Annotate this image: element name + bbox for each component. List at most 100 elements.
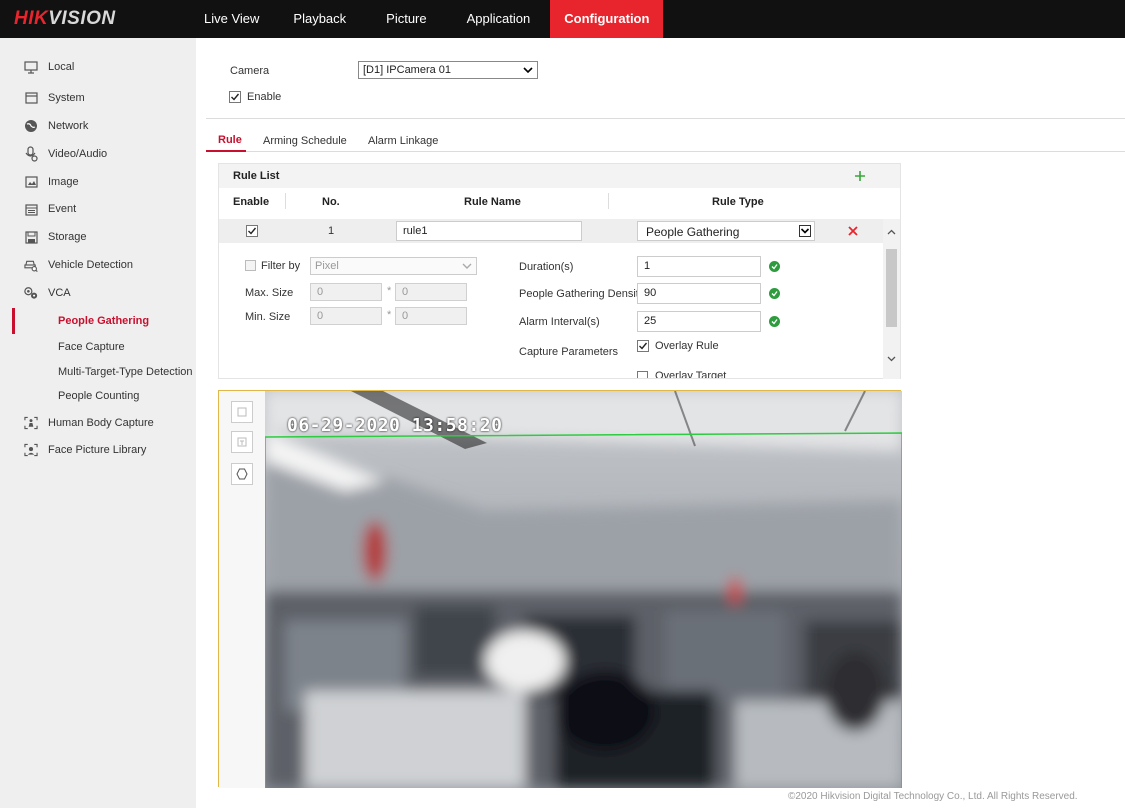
max-height-input[interactable]: 0 — [395, 283, 467, 301]
sidebar-item-face-picture-library[interactable]: Face Picture Library — [0, 437, 196, 463]
divider — [206, 118, 1125, 119]
enable-checkbox[interactable] — [229, 91, 241, 103]
image-icon — [24, 175, 38, 189]
sidebar-item-label: Multi-Target-Type Detection — [58, 366, 193, 378]
params-scrollbar[interactable] — [883, 219, 900, 379]
tab-arming-schedule[interactable]: Arming Schedule — [263, 135, 347, 147]
filter-select[interactable]: Pixel — [310, 257, 477, 275]
draw-area-button[interactable] — [231, 401, 253, 423]
logo-suffix: VISION — [48, 8, 116, 29]
video-timestamp: 06-29-2020 13:58:20 — [287, 415, 503, 436]
scroll-thumb[interactable] — [886, 249, 897, 327]
min-width-input[interactable]: 0 — [310, 307, 382, 325]
tab-alarm-linkage[interactable]: Alarm Linkage — [368, 135, 438, 147]
sidebar-item-human-body-capture[interactable]: Human Body Capture — [0, 410, 196, 436]
sidebar-item-local[interactable]: Local — [0, 54, 196, 80]
calendar-icon — [24, 202, 38, 216]
draw-polygon-button[interactable] — [231, 463, 253, 485]
chevron-down-icon — [523, 67, 533, 74]
duration-input[interactable]: 1 — [637, 256, 761, 277]
nav-playback[interactable]: Playback — [273, 0, 366, 38]
rule-enable-checkbox[interactable] — [246, 225, 258, 237]
rule-name-input[interactable]: rule1 — [396, 221, 582, 241]
sidebar-item-label: Image — [48, 176, 79, 188]
rule-type-select[interactable]: People Gathering — [637, 221, 815, 241]
rule-type-value: People Gathering — [646, 225, 740, 239]
density-label: People Gathering Density — [519, 288, 645, 300]
chevron-up-icon[interactable] — [887, 229, 896, 235]
interval-label: Alarm Interval(s) — [519, 316, 600, 328]
human-body-icon — [24, 416, 38, 430]
sidebar-item-label: Vehicle Detection — [48, 259, 133, 271]
col-rule-name: Rule Name — [464, 196, 521, 208]
max-width-input[interactable]: 0 — [310, 283, 382, 301]
nav-picture[interactable]: Picture — [366, 0, 446, 38]
sidebar-item-multi-target[interactable]: Multi-Target-Type Detection — [0, 359, 196, 385]
sidebar-item-network[interactable]: Network — [0, 113, 196, 139]
live-video-frame[interactable]: 06-29-2020 13:58:20 — [265, 391, 902, 788]
sidebar-item-event[interactable]: Event — [0, 196, 196, 222]
sidebar-item-face-capture[interactable]: Face Capture — [0, 334, 196, 360]
valid-icon — [769, 261, 780, 272]
hikvision-logo: HIKVISION — [14, 8, 116, 30]
sidebar-item-label: System — [48, 92, 85, 104]
clear-area-icon — [237, 437, 247, 447]
sidebar-item-image[interactable]: Image — [0, 169, 196, 195]
camera-label: Camera — [230, 65, 270, 77]
vca-icon — [24, 286, 38, 300]
tab-rule[interactable]: Rule — [218, 134, 242, 146]
globe-icon — [24, 119, 38, 133]
sidebar-item-label: Storage — [48, 231, 87, 243]
chevron-down-icon[interactable] — [887, 356, 896, 362]
sidebar-item-vehicle-detection[interactable]: Vehicle Detection — [0, 252, 196, 278]
density-input[interactable]: 90 — [637, 283, 761, 304]
main-content: Camera [D1] IPCamera 01 Enable Rule Armi… — [196, 38, 1125, 808]
clear-area-button[interactable] — [231, 431, 253, 453]
sidebar-item-video-audio[interactable]: Video/Audio — [0, 141, 196, 167]
active-indicator — [12, 308, 15, 334]
delete-icon[interactable] — [848, 226, 858, 236]
add-icon[interactable] — [854, 170, 866, 182]
sidebar-item-label: Face Picture Library — [48, 444, 147, 456]
top-bar: HIKVISION Live View Playback Picture App… — [0, 0, 1125, 38]
filter-checkbox[interactable] — [245, 260, 256, 271]
rule-list-panel: Rule List Enable No. Rule Name Rule Type… — [218, 163, 901, 379]
capture-params-label: Capture Parameters — [519, 346, 619, 358]
polygon-icon — [236, 468, 248, 480]
sidebar-item-label: Network — [48, 120, 89, 132]
interval-input[interactable]: 25 — [637, 311, 761, 332]
nav-configuration[interactable]: Configuration — [550, 0, 664, 38]
microphone-icon — [24, 146, 38, 162]
storage-icon — [24, 230, 38, 244]
sidebar-item-people-counting[interactable]: People Counting — [0, 383, 196, 409]
min-height-input[interactable]: 0 — [395, 307, 467, 325]
rule-row[interactable]: 1 rule1 People Gathering — [219, 219, 883, 243]
times-sign: * — [387, 285, 392, 297]
camera-select[interactable]: [D1] IPCamera 01 — [358, 61, 538, 79]
chevron-down-icon — [799, 225, 811, 237]
sidebar-item-storage[interactable]: Storage — [0, 224, 196, 250]
col-divider — [608, 193, 609, 209]
col-no: No. — [322, 196, 340, 208]
system-icon — [24, 91, 38, 105]
main-nav: Live View Playback Picture Application C… — [190, 0, 664, 38]
valid-icon — [769, 288, 780, 299]
sidebar-item-vca[interactable]: VCA — [0, 280, 196, 306]
overlay-target-checkbox[interactable] — [637, 371, 648, 378]
footer-copyright: ©2020 Hikvision Digital Technology Co., … — [788, 791, 1078, 802]
min-size-label: Min. Size — [245, 311, 291, 323]
nav-application[interactable]: Application — [447, 0, 551, 38]
logo-prefix: HIK — [14, 8, 49, 29]
sidebar-item-system[interactable]: System — [0, 85, 196, 111]
duration-label: Duration(s) — [519, 261, 574, 273]
drawing-toolbar — [219, 391, 265, 788]
sidebar-item-label: Human Body Capture — [48, 417, 154, 429]
sidebar: Local System Network Video/Audio Image E… — [0, 38, 196, 808]
camera-select-value: [D1] IPCamera 01 — [363, 64, 452, 76]
overlay-rule-checkbox[interactable] — [637, 340, 649, 352]
sidebar-item-people-gathering[interactable]: People Gathering — [0, 308, 196, 334]
chevron-down-icon — [462, 263, 472, 269]
area-icon — [237, 407, 247, 417]
nav-live-view[interactable]: Live View — [190, 0, 273, 38]
video-area: 06-29-2020 13:58:20 — [218, 390, 902, 788]
